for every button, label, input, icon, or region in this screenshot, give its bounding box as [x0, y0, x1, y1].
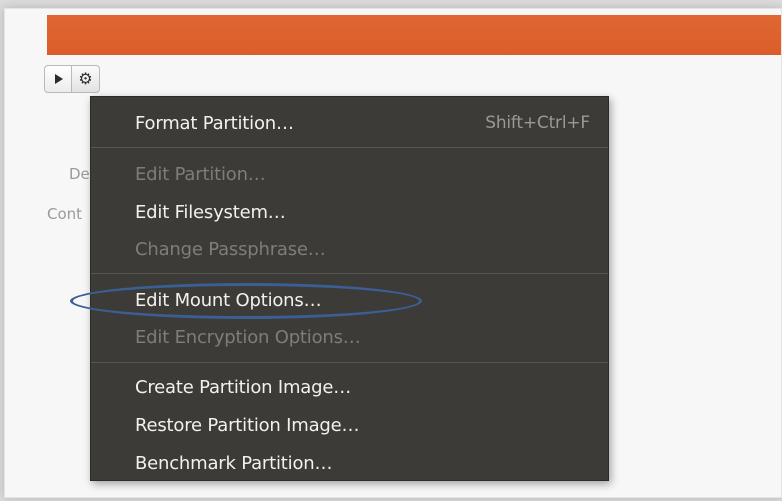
menu-item-label: Change Passphrase…: [135, 238, 326, 260]
device-label: De: [69, 165, 90, 183]
volume-toolbar: ⚙: [44, 65, 100, 93]
menu-item-label: Format Partition…: [135, 112, 294, 134]
menu-item-change-passphrase: Change Passphrase…: [91, 235, 608, 263]
play-icon: [55, 74, 63, 84]
mount-button[interactable]: [44, 65, 72, 93]
menu-item-label: Edit Encryption Options…: [135, 326, 361, 348]
shortcut-label: Shift+Ctrl+F: [485, 113, 590, 133]
menu-item-label: Edit Filesystem…: [135, 201, 286, 223]
menu-separator: [91, 147, 608, 148]
more-actions-button[interactable]: ⚙: [72, 65, 100, 93]
menu-item-label: Restore Partition Image…: [135, 414, 360, 436]
menu-item-benchmark-partition[interactable]: Benchmark Partition…: [91, 449, 608, 477]
menu-item-edit-filesystem[interactable]: Edit Filesystem…: [91, 198, 608, 226]
menu-item-restore-partition-image[interactable]: Restore Partition Image…: [91, 411, 608, 439]
menu-item-label: Edit Mount Options…: [135, 289, 322, 311]
menu-item-edit-partition: Edit Partition…: [91, 160, 608, 188]
menu-item-create-partition-image[interactable]: Create Partition Image…: [91, 373, 608, 401]
selected-volume-bar[interactable]: [47, 15, 781, 55]
menu-item-label: Benchmark Partition…: [135, 452, 333, 474]
menu-item-edit-mount-options[interactable]: Edit Mount Options…: [91, 286, 608, 314]
menu-item-format-partition[interactable]: Format Partition… Shift+Ctrl+F: [91, 109, 608, 137]
partition-actions-menu: Format Partition… Shift+Ctrl+F Edit Part…: [90, 96, 609, 481]
menu-separator: [91, 273, 608, 274]
menu-item-label: Create Partition Image…: [135, 376, 352, 398]
gear-icon: ⚙: [78, 69, 93, 88]
contents-label: Cont: [47, 205, 83, 223]
menu-item-edit-encryption-options: Edit Encryption Options…: [91, 323, 608, 351]
menu-separator: [91, 362, 608, 363]
menu-item-label: Edit Partition…: [135, 163, 266, 185]
